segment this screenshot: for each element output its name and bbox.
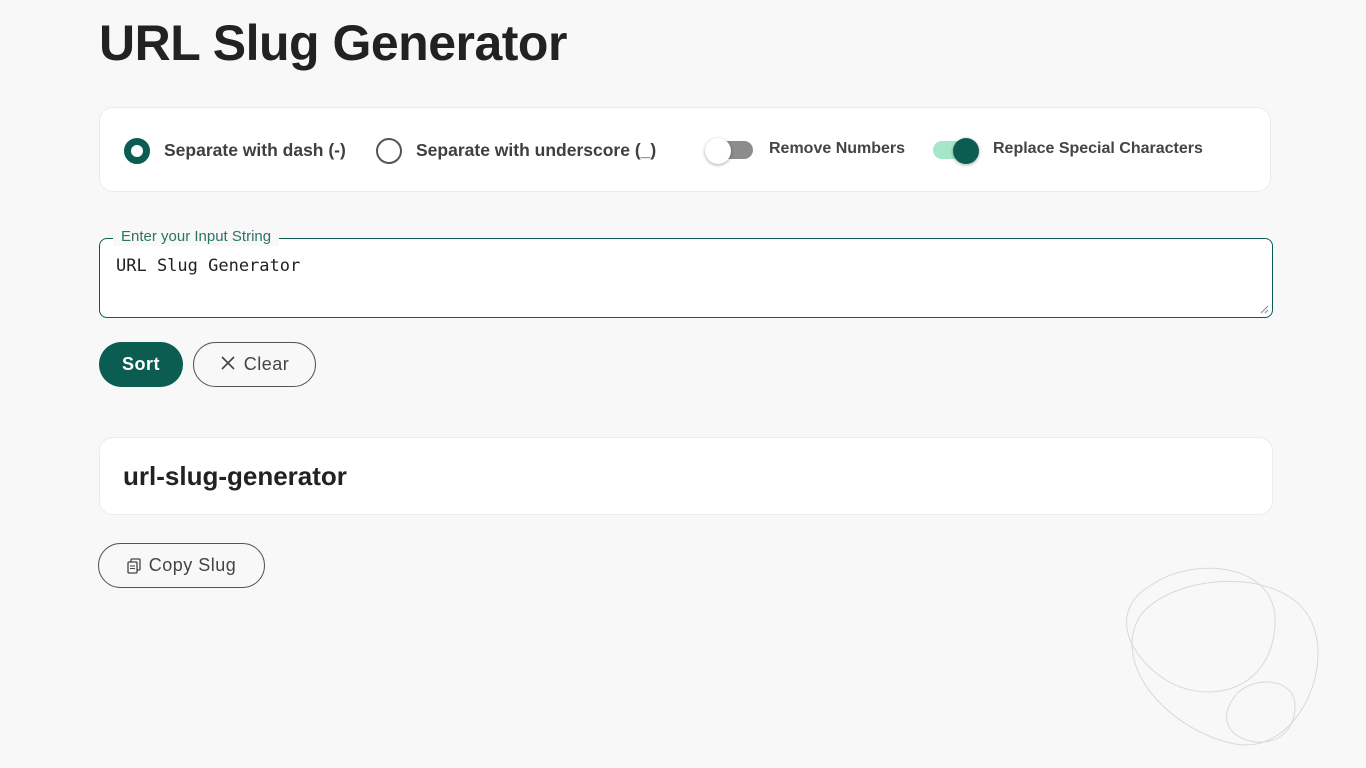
replace-special-option: Replace Special Characters [929,108,1203,193]
separator-dash-label: Separate with dash (-) [164,140,346,160]
clear-button-label: Clear [243,354,290,374]
copy-slug-button-label: Copy Slug [148,555,237,575]
replace-special-toggle[interactable] [929,137,981,164]
result-card: url-slug-generator [99,437,1273,515]
close-icon [220,355,236,375]
remove-numbers-toggle[interactable] [705,137,757,164]
sort-button-label: Sort [122,354,160,374]
page-title: URL Slug Generator [99,15,567,71]
replace-special-label: Replace Special Characters [993,139,1203,157]
sort-button[interactable]: Sort [99,342,183,387]
slug-output: url-slug-generator [123,461,347,491]
separator-underscore-radio[interactable] [376,137,402,164]
input-string-field: URL Slug Generator Enter your Input Stri… [99,228,1273,318]
replace-special-toggle-thumb [953,137,979,164]
decorative-blob-graphic [1126,567,1319,746]
separator-dash-radio[interactable] [124,137,150,164]
separator-underscore-option[interactable]: Separate with underscore (_) [376,108,656,193]
input-string-textarea[interactable]: URL Slug Generator [99,238,1273,318]
input-string-legend: Enter your Input String [113,228,280,246]
copy-slug-button[interactable]: Copy Slug [98,543,265,588]
clear-button[interactable]: Clear [193,342,316,387]
page: URL Slug Generator Separate with dash (-… [0,0,1366,768]
options-card: Separate with dash (-) Separate with und… [99,107,1271,192]
copy-icon [127,557,141,574]
remove-numbers-option: Remove Numbers [705,108,905,193]
remove-numbers-label: Remove Numbers [769,139,906,157]
separator-underscore-label: Separate with underscore (_) [416,140,657,160]
input-string-value[interactable]: URL Slug Generator [116,256,300,276]
separator-dash-option[interactable]: Separate with dash (-) [124,108,346,193]
resize-grip-icon[interactable] [1259,304,1269,314]
remove-numbers-toggle-thumb [705,137,731,164]
